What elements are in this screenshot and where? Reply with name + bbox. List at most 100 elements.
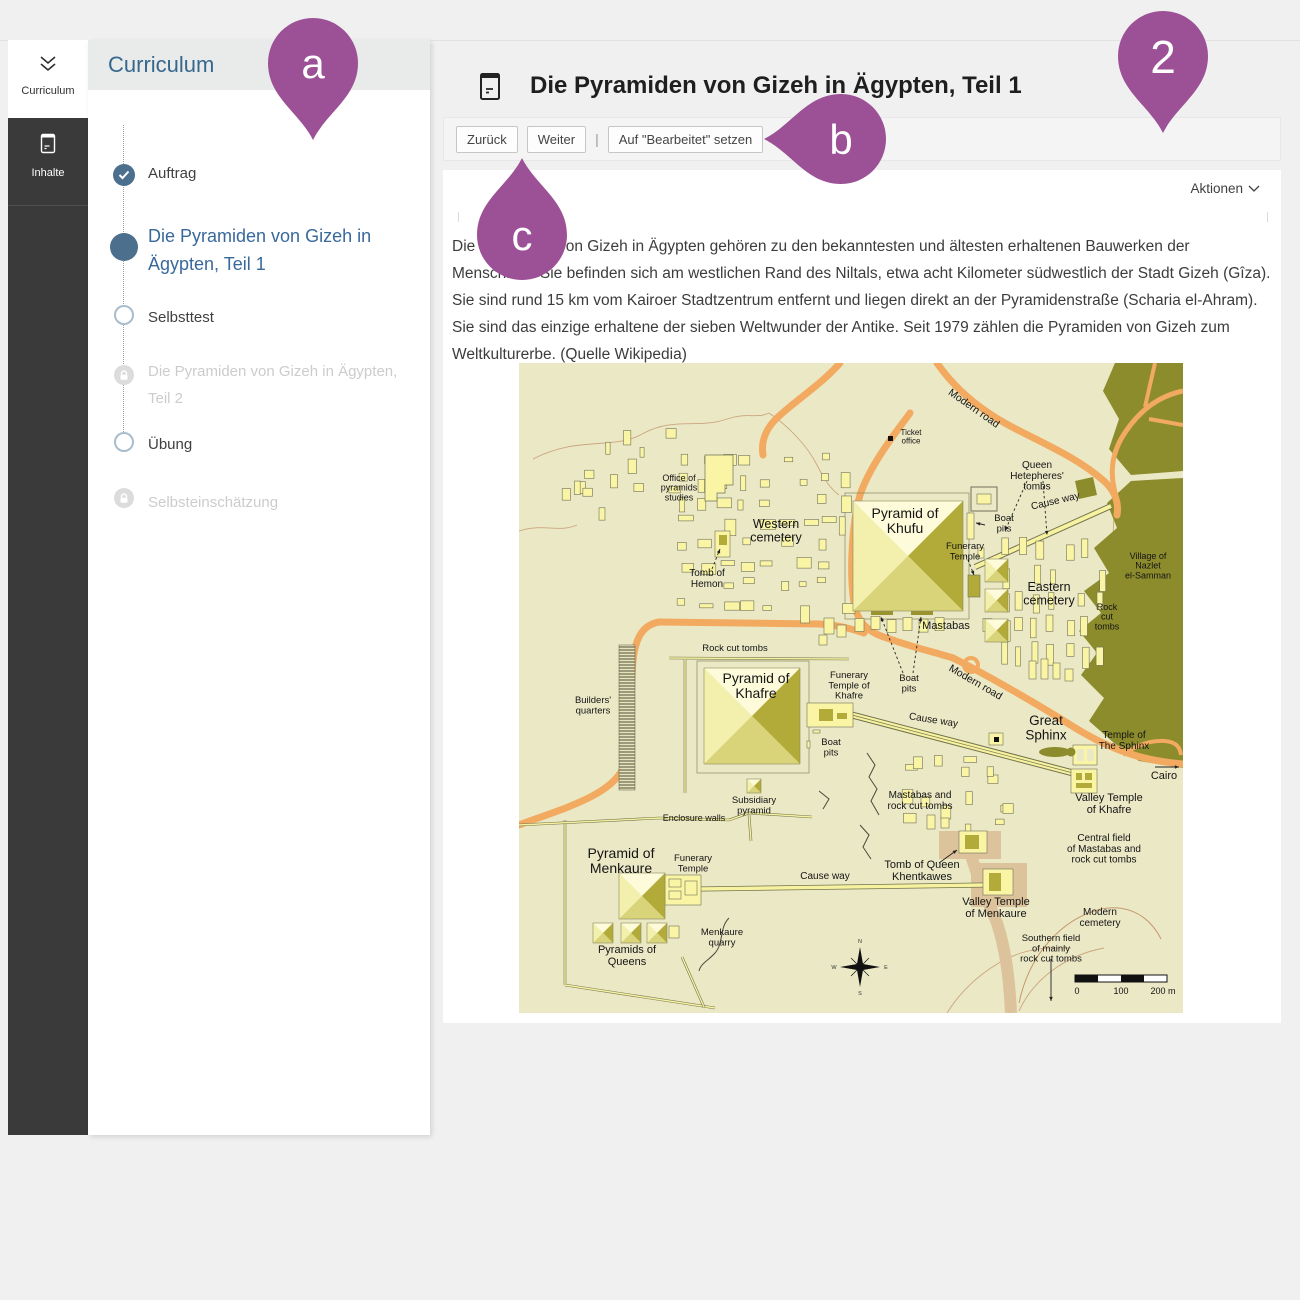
svg-text:tombs: tombs xyxy=(1023,482,1050,493)
svg-text:Cause way: Cause way xyxy=(800,871,849,882)
sidebar-step-label: Auftrag xyxy=(148,162,413,186)
map-label: Boatpits xyxy=(821,737,841,758)
svg-text:Khafre: Khafre xyxy=(835,691,863,702)
svg-text:Modern: Modern xyxy=(1083,907,1117,918)
svg-text:Sphinx: Sphinx xyxy=(1025,728,1067,743)
sidebar-step-label: Selbsttest xyxy=(148,306,413,330)
svg-text:0: 0 xyxy=(1074,986,1079,996)
chevron-down-icon xyxy=(1248,185,1260,193)
svg-text:of Mastabas and: of Mastabas and xyxy=(1067,844,1141,855)
svg-text:cemetery: cemetery xyxy=(1023,594,1075,608)
content-card: Aktionen Die Pyramiden von Gizeh in Ägyp… xyxy=(443,170,1281,1023)
map-label: Valley Templeof Menkaure xyxy=(962,896,1029,920)
annotation-pin-2 xyxy=(1118,11,1208,133)
map-label: Cairo xyxy=(1151,770,1177,782)
svg-text:100: 100 xyxy=(1113,986,1128,996)
svg-text:cemetery: cemetery xyxy=(1079,918,1120,929)
svg-text:tombs: tombs xyxy=(1095,621,1120,631)
svg-text:Khafre: Khafre xyxy=(735,685,776,701)
sidebar-header: Curriculum xyxy=(88,40,430,90)
svg-text:quarry: quarry xyxy=(709,937,736,948)
map-label: Boatpits xyxy=(899,673,919,694)
svg-text:pyramid: pyramid xyxy=(737,805,771,816)
svg-text:Rock: Rock xyxy=(1097,602,1118,612)
svg-text:cemetery: cemetery xyxy=(750,531,802,545)
svg-text:Menkaure: Menkaure xyxy=(590,860,652,876)
svg-text:N: N xyxy=(858,939,862,945)
curriculum-chevrons-icon xyxy=(8,54,88,79)
svg-text:rock cut tombs: rock cut tombs xyxy=(887,801,952,812)
svg-text:Rock cut tombs: Rock cut tombs xyxy=(702,643,768,654)
sidebar-step-label: Die Pyramiden von Gizeh in Ägypten, Teil… xyxy=(148,222,413,278)
svg-text:The Sphinx: The Sphinx xyxy=(1099,741,1150,752)
svg-text:rock cut tombs: rock cut tombs xyxy=(1020,954,1082,965)
svg-text:Hemon: Hemon xyxy=(691,579,723,590)
giza-map-image: NESW0100200 mModern roadTicketofficeOffi… xyxy=(519,363,1183,1013)
svg-text:Valley Temple: Valley Temple xyxy=(962,896,1029,908)
svg-text:Hetepheres': Hetepheres' xyxy=(1010,471,1064,482)
svg-text:office: office xyxy=(902,437,922,446)
svg-text:Queens: Queens xyxy=(608,956,647,968)
svg-text:quarters: quarters xyxy=(576,705,611,716)
map-label: Office ofpyramidsstudies xyxy=(661,473,698,502)
map-label: Mastabas androck cut tombs xyxy=(887,790,952,812)
svg-text:studies: studies xyxy=(665,492,694,502)
curriculum-step-list: Auftrag Die Pyramiden von Gizeh in Ägypte… xyxy=(88,90,430,1090)
lock-icon xyxy=(114,365,134,385)
sidebar-step-label: Selbsteinschätzung xyxy=(148,489,413,516)
svg-text:W: W xyxy=(831,965,837,971)
svg-text:pyramids: pyramids xyxy=(661,483,698,493)
lesson-document-icon xyxy=(478,70,502,107)
left-icon-rail: Curriculum Inhalte xyxy=(8,40,88,1135)
map-label: Pyramid ofMenkaure xyxy=(588,845,655,876)
sidebar-step-label: Übung xyxy=(148,433,413,457)
map-label: Mastabas xyxy=(922,620,970,632)
toolbar: Zurück Weiter | Auf "Bearbeitet" setzen xyxy=(443,117,1281,161)
map-label: Ticketoffice xyxy=(900,428,922,446)
map-label: Central fieldof Mastabas androck cut tom… xyxy=(1067,833,1141,866)
svg-text:Cairo: Cairo xyxy=(1151,770,1177,782)
svg-text:Great: Great xyxy=(1029,713,1063,728)
toolbar-separator: | xyxy=(595,131,599,147)
lock-icon xyxy=(114,488,134,508)
svg-text:Western: Western xyxy=(753,517,799,531)
svg-text:Temple: Temple xyxy=(678,863,709,874)
map-label: Tomb ofHemon xyxy=(689,568,725,590)
svg-text:Temple of: Temple of xyxy=(1102,730,1146,741)
map-label: FuneraryTemple xyxy=(674,853,712,874)
map-label: Temple ofThe Sphinx xyxy=(1099,730,1150,752)
svg-text:Mastabas: Mastabas xyxy=(922,620,970,632)
svg-text:Pyramid of: Pyramid of xyxy=(588,845,655,861)
actions-menu[interactable]: Aktionen xyxy=(1190,181,1260,196)
curriculum-sidebar: Curriculum Auftrag Die Pyramiden von Gize… xyxy=(88,40,430,1135)
map-label: Rock cut tombs xyxy=(702,643,768,654)
open-step-icon xyxy=(114,432,134,452)
svg-text:Office of: Office of xyxy=(662,473,696,483)
map-label: Moderncemetery xyxy=(1079,907,1120,929)
svg-text:pits: pits xyxy=(997,523,1012,534)
map-label: Builders'quarters xyxy=(575,695,611,716)
lesson-paragraph: Die Pyramiden von Gizeh in Ägypten gehör… xyxy=(452,233,1274,368)
svg-text:Mastabas and: Mastabas and xyxy=(889,790,952,801)
svg-text:Tomb of: Tomb of xyxy=(689,568,725,579)
back-button[interactable]: Zurück xyxy=(456,126,518,153)
svg-text:Temple: Temple xyxy=(950,551,981,562)
svg-text:Village of: Village of xyxy=(1130,551,1167,561)
map-label: Easterncemetery xyxy=(1023,580,1075,608)
map-label: Cause way xyxy=(800,871,849,882)
sidebar-step-label: Die Pyramiden von Gizeh in Ägypten, Teil… xyxy=(148,358,413,412)
svg-text:Eastern: Eastern xyxy=(1027,580,1070,594)
map-label: Westerncemetery xyxy=(750,517,802,545)
mark-edited-button[interactable]: Auf "Bearbeitet" setzen xyxy=(608,126,764,153)
rail-item-curriculum[interactable]: Curriculum xyxy=(8,40,88,118)
svg-text:200 m: 200 m xyxy=(1150,986,1175,996)
actions-label: Aktionen xyxy=(1190,181,1243,196)
next-button[interactable]: Weiter xyxy=(527,126,586,153)
map-label: Boatpits xyxy=(994,513,1014,534)
svg-text:of Menkaure: of Menkaure xyxy=(965,908,1026,920)
map-label: Enclosure walls xyxy=(663,813,726,823)
rail-item-inhalte[interactable]: Inhalte xyxy=(8,118,88,206)
svg-text:Khufu: Khufu xyxy=(887,520,924,536)
map-label: FuneraryTemple xyxy=(946,541,984,562)
svg-text:pits: pits xyxy=(824,747,839,758)
